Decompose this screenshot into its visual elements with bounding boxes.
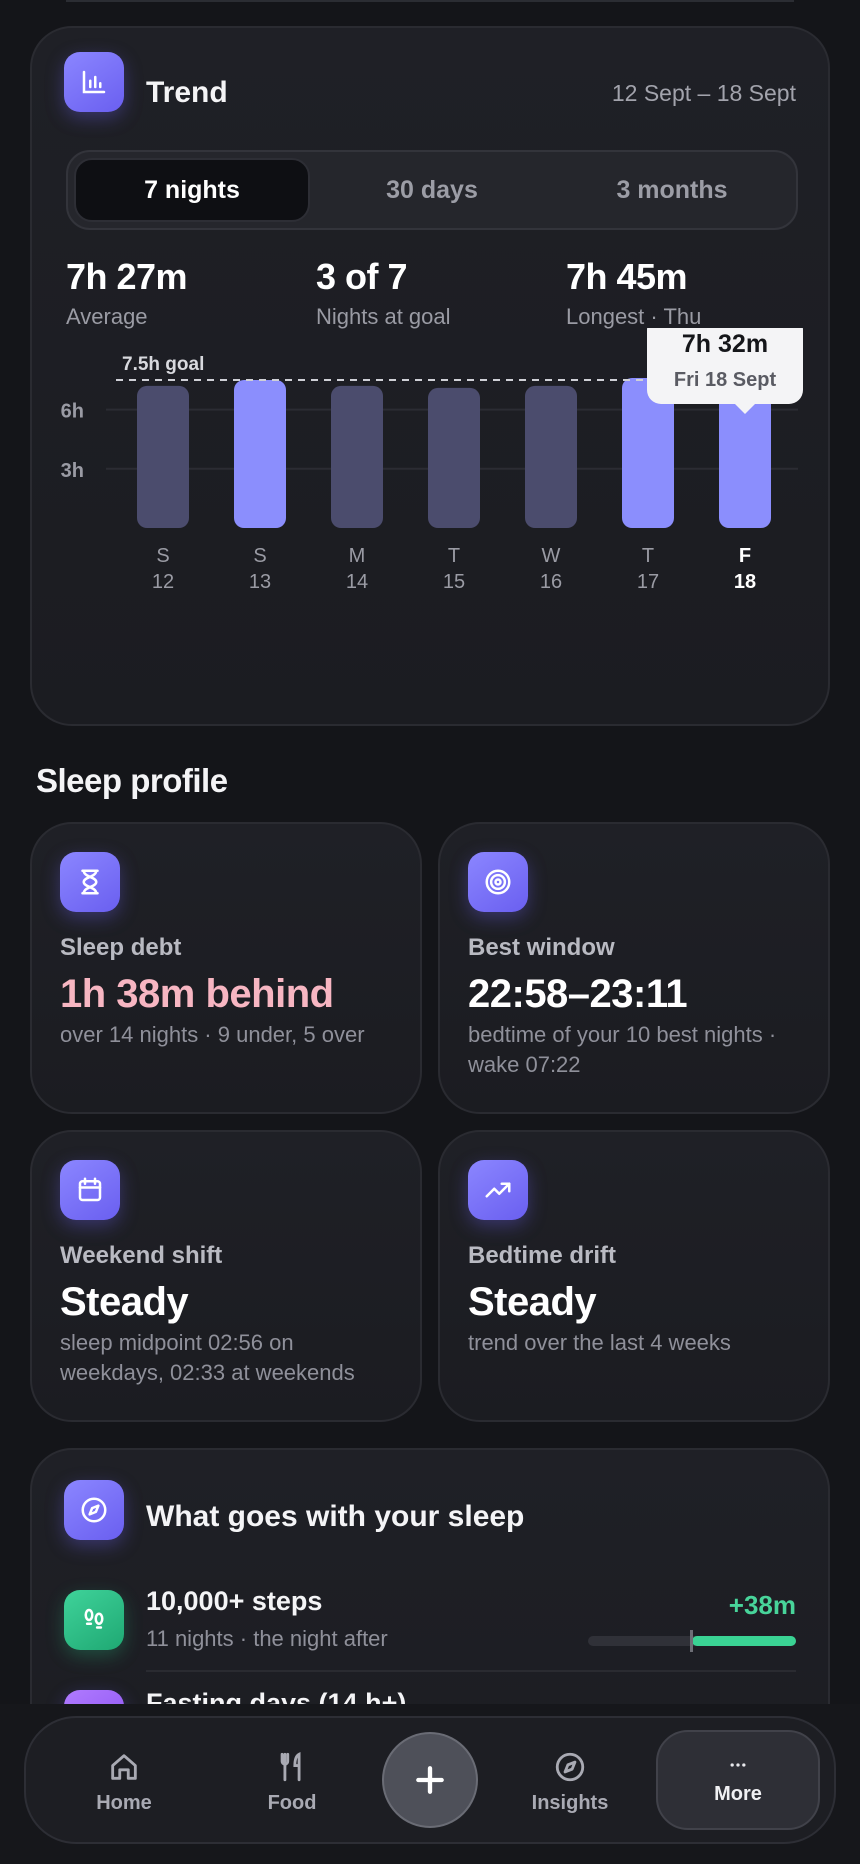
card-label: Bedtime drift xyxy=(468,1242,617,1269)
goal-label: 7.5h goal xyxy=(122,354,204,375)
x-day-letter: F xyxy=(739,545,751,567)
stat-nights-at-goal: 3 of 7 Nights at goal xyxy=(316,256,451,330)
date-range[interactable]: 12 Sept – 18 Sept xyxy=(612,80,796,107)
bar-t-15 xyxy=(428,387,480,528)
stat-value: 7h 45m xyxy=(566,256,688,297)
bar-s-12 xyxy=(137,385,189,528)
stat-label: Longest · Thu xyxy=(566,304,702,329)
x-day-number: 14 xyxy=(346,571,368,593)
card-value: Steady xyxy=(60,1280,189,1324)
correlation-title: 10,000+ steps xyxy=(146,1586,323,1616)
tab-7-nights[interactable]: 7 nights xyxy=(74,158,310,222)
x-day-letter: W xyxy=(542,545,561,567)
bottom-nav: Home Food Insights More xyxy=(24,1716,836,1844)
x-day-letter: M xyxy=(349,545,366,567)
compass-icon xyxy=(64,1480,124,1540)
stat-value: 3 of 7 xyxy=(316,256,408,297)
stat-label: Nights at goal xyxy=(316,304,451,329)
y-tick-label: 3h xyxy=(61,460,84,482)
tooltip-date: Fri 18 Sept xyxy=(674,369,777,391)
weekend-shift-card[interactable]: Weekend shift Steady sleep midpoint 02:5… xyxy=(30,1130,422,1422)
effect-bar-midline xyxy=(690,1630,693,1652)
card-value: 22:58–23:11 xyxy=(468,972,688,1016)
trend-title: Trend xyxy=(146,76,228,109)
footprints-icon xyxy=(64,1590,124,1650)
x-day-number: 15 xyxy=(443,571,465,593)
tab-30-days[interactable]: 30 days xyxy=(314,158,550,222)
range-segmented-control: 7 nights 30 days 3 months xyxy=(66,150,798,230)
best-window-card[interactable]: Best window 22:58–23:11 bedtime of your … xyxy=(438,822,830,1114)
section-title: Sleep profile xyxy=(36,762,228,799)
nav-label: Food xyxy=(267,1791,317,1814)
stat-value: 7h 27m xyxy=(66,256,188,297)
nav-label: More xyxy=(714,1782,762,1805)
card-label: Best window xyxy=(468,934,615,961)
nav-label: Insights xyxy=(531,1791,609,1814)
card-description: bedtime of your 10 best nights · wake 07… xyxy=(468,1022,777,1077)
nav-home[interactable]: Home xyxy=(54,1732,194,1832)
trending-up-icon xyxy=(468,1160,528,1220)
calendar-icon xyxy=(60,1160,120,1220)
card-description: over 14 nights · 9 under, 5 over xyxy=(60,1022,365,1047)
bar-chart-icon xyxy=(64,52,124,112)
tab-3-months[interactable]: 3 months xyxy=(554,158,790,222)
x-day-letter: S xyxy=(253,545,266,567)
card-description: trend over the last 4 weeks xyxy=(468,1330,731,1355)
y-tick-label: 6h xyxy=(61,401,84,423)
nav-more[interactable]: More xyxy=(656,1730,820,1830)
bar-s-13 xyxy=(234,380,286,528)
effect-bar-fill xyxy=(692,1636,796,1646)
bar-w-16 xyxy=(525,385,577,528)
nav-food[interactable]: Food xyxy=(222,1732,362,1832)
card-value: 1h 38m behind xyxy=(60,972,334,1016)
plus-icon xyxy=(416,1766,444,1794)
target-icon xyxy=(468,852,528,912)
correlations-title: What goes with your sleep xyxy=(146,1500,525,1533)
sleep-debt-card[interactable]: Sleep debt 1h 38m behind over 14 nights … xyxy=(30,822,422,1114)
add-button[interactable] xyxy=(382,1732,478,1828)
nav-insights[interactable]: Insights xyxy=(500,1732,640,1832)
correlation-subtitle: 11 nights · the night after xyxy=(146,1626,388,1651)
tooltip-value: 7h 32m xyxy=(682,330,768,358)
correlation-effect-bar xyxy=(588,1630,796,1652)
x-day-letter: T xyxy=(642,545,654,567)
x-day-letter: S xyxy=(156,545,169,567)
sleep-bar-chart: 3h 6h S 12 S 13 M 14 T 15 W 16 T 17 F 18 7.5h goal 7h 32m… xyxy=(61,328,803,593)
top-divider xyxy=(66,0,794,2)
bedtime-drift-card[interactable]: Bedtime drift Steady trend over the last… xyxy=(438,1130,830,1422)
card-label: Sleep debt xyxy=(60,934,182,961)
x-day-number: 18 xyxy=(734,571,756,593)
stat-label: Average xyxy=(66,304,148,329)
trend-card: Trend 12 Sept – 18 Sept 7 nights 30 days… xyxy=(30,26,830,726)
correlation-delta: +38m xyxy=(728,1590,796,1620)
fork-knife-icon xyxy=(280,1751,301,1781)
x-day-number: 17 xyxy=(637,571,659,593)
hourglass-icon xyxy=(60,852,120,912)
x-day-number: 13 xyxy=(249,571,271,593)
more-dots-icon xyxy=(730,1762,746,1767)
home-icon xyxy=(111,1753,137,1780)
row-divider xyxy=(146,1670,796,1672)
stat-average: 7h 27m Average xyxy=(66,256,188,330)
card-description: sleep midpoint 02:56 on weekdays, 02:33 … xyxy=(60,1330,355,1385)
card-label: Weekend shift xyxy=(60,1242,223,1269)
x-day-letter: T xyxy=(448,545,460,567)
nav-label: Home xyxy=(96,1791,152,1814)
x-day-number: 16 xyxy=(540,571,562,593)
compass-icon xyxy=(555,1752,585,1781)
bar-m-14 xyxy=(331,385,383,528)
card-value: Steady xyxy=(468,1280,597,1324)
stat-longest: 7h 45m Longest · Thu xyxy=(566,256,701,330)
x-day-number: 12 xyxy=(152,571,174,593)
